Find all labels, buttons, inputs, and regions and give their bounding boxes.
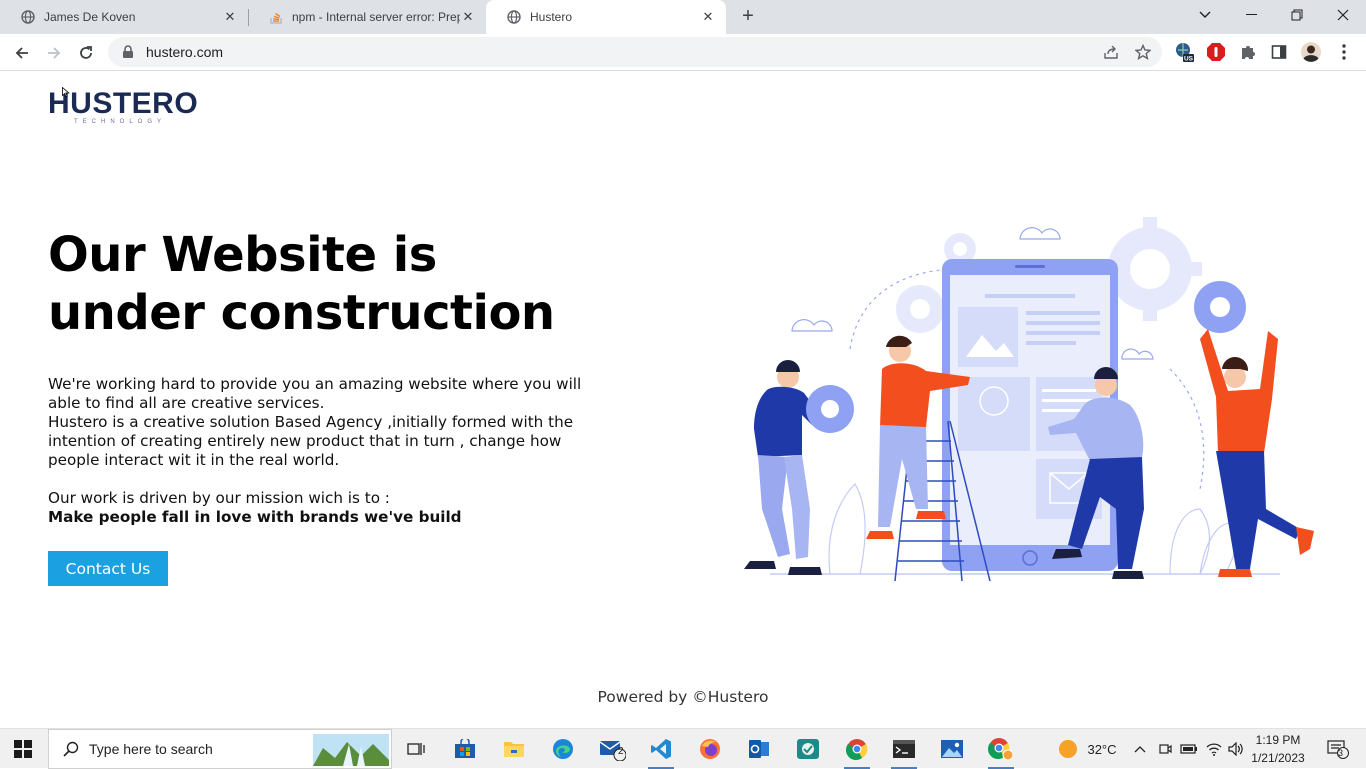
new-tab-icon[interactable]: + bbox=[737, 5, 759, 27]
edge-browser-icon[interactable] bbox=[540, 729, 586, 769]
mail-badge-count: 2 bbox=[618, 746, 624, 757]
windows-start-icon[interactable] bbox=[0, 729, 46, 769]
adblock-extension-icon[interactable] bbox=[1205, 41, 1227, 63]
mail-icon[interactable]: 2 bbox=[589, 729, 635, 769]
contact-us-button[interactable]: Contact Us bbox=[48, 551, 168, 586]
vscode-icon[interactable] bbox=[638, 729, 684, 769]
hustero-logo[interactable]: HUSTERO TECHNOLOGY bbox=[48, 87, 198, 131]
outlook-icon[interactable] bbox=[736, 729, 782, 769]
url-text: hustero.com bbox=[146, 44, 224, 60]
chrome-icon[interactable] bbox=[834, 729, 880, 769]
clock-time: 1:19 PM bbox=[1255, 733, 1301, 747]
search-placeholder: Type here to search bbox=[89, 741, 213, 757]
logo-wordmark: HUSTERO bbox=[48, 87, 199, 120]
heading-line-1: Our Website is bbox=[48, 227, 437, 283]
bookmark-star-icon[interactable] bbox=[1134, 43, 1152, 61]
tab-title: James De Koven bbox=[44, 10, 136, 24]
globe-icon bbox=[20, 9, 36, 25]
close-tab-icon[interactable]: ✕ bbox=[222, 9, 238, 25]
search-icon bbox=[63, 741, 79, 757]
taskbar-search-box[interactable]: Type here to search bbox=[48, 729, 392, 769]
task-view-icon[interactable] bbox=[393, 729, 439, 769]
windows-taskbar: Type here to search 2 32°C 1:19 PM 1/21/… bbox=[0, 728, 1366, 769]
photos-icon[interactable] bbox=[929, 729, 975, 769]
globe-icon bbox=[506, 9, 522, 25]
file-explorer-icon[interactable] bbox=[491, 729, 537, 769]
battery-icon[interactable] bbox=[1178, 729, 1200, 769]
stackoverflow-icon bbox=[268, 9, 284, 25]
mission-intro: Our work is driven by our mission wich i… bbox=[48, 489, 390, 507]
share-icon[interactable] bbox=[1102, 43, 1120, 61]
construction-illustration bbox=[744, 217, 1314, 582]
tab-title: Hustero bbox=[530, 10, 573, 24]
back-arrow-icon[interactable] bbox=[8, 39, 36, 67]
profile-avatar[interactable] bbox=[1300, 41, 1322, 63]
web-page: HUSTERO TECHNOLOGY Our Website is under … bbox=[0, 71, 1366, 728]
puzzle-extensions-icon[interactable] bbox=[1237, 41, 1259, 63]
restore-icon[interactable] bbox=[1274, 0, 1320, 30]
clock-date: 1/21/2023 bbox=[1251, 751, 1305, 765]
browser-toolbar: hustero.com US bbox=[0, 34, 1366, 71]
mouse-cursor-icon bbox=[62, 87, 70, 97]
more-vertical-icon[interactable] bbox=[1333, 41, 1355, 63]
close-tab-icon[interactable]: ✕ bbox=[460, 9, 476, 25]
microsoft-store-icon[interactable] bbox=[442, 729, 488, 769]
vpn-extension-icon[interactable]: US bbox=[1173, 41, 1195, 63]
reload-icon[interactable] bbox=[72, 39, 100, 67]
notifications-icon[interactable]: 3 bbox=[1318, 729, 1358, 769]
svg-text:US: US bbox=[1184, 56, 1194, 63]
volume-icon[interactable] bbox=[1226, 729, 1246, 769]
tab-title: npm - Internal server error: Prepr bbox=[292, 10, 460, 24]
forward-arrow-icon[interactable] bbox=[40, 39, 68, 67]
taskbar-clock[interactable]: 1:19 PM 1/21/2023 bbox=[1244, 731, 1312, 767]
wifi-icon[interactable] bbox=[1203, 729, 1225, 769]
minimize-icon[interactable] bbox=[1228, 0, 1274, 30]
mission-statement: Make people fall in love with brands we'… bbox=[48, 508, 462, 526]
close-window-icon[interactable] bbox=[1320, 0, 1366, 30]
search-highlight-image bbox=[313, 734, 389, 766]
maps-app-icon[interactable] bbox=[785, 729, 831, 769]
show-hidden-icons-chevron-up-icon[interactable] bbox=[1130, 729, 1150, 769]
meet-now-icon[interactable] bbox=[1155, 729, 1175, 769]
tab-hustero[interactable]: Hustero ✕ bbox=[486, 0, 726, 34]
terminal-icon[interactable] bbox=[881, 729, 927, 769]
intro-paragraph: We're working hard to provide you an ama… bbox=[48, 375, 582, 412]
weather-temperature[interactable]: 32°C bbox=[1082, 729, 1122, 769]
weather-sun-icon[interactable] bbox=[1056, 729, 1080, 769]
heading-line-2: under construction bbox=[48, 285, 555, 341]
tab-npm-error[interactable]: npm - Internal server error: Prepr ✕ bbox=[248, 0, 486, 34]
logo-tagline: TECHNOLOGY bbox=[74, 119, 167, 125]
lock-icon bbox=[122, 45, 136, 59]
side-panel-icon[interactable] bbox=[1268, 41, 1290, 63]
browser-tab-strip: James De Koven ✕ npm - Internal server e… bbox=[0, 0, 1366, 34]
about-paragraph: Hustero is a creative solution Based Age… bbox=[48, 413, 574, 469]
footer-powered-by: Powered by ©Hustero bbox=[597, 688, 769, 706]
close-tab-icon[interactable]: ✕ bbox=[700, 9, 716, 25]
address-bar[interactable]: hustero.com bbox=[108, 37, 1162, 67]
chrome-profile-icon[interactable] bbox=[978, 729, 1024, 769]
notification-count: 3 bbox=[1338, 748, 1344, 758]
tab-search-chevron-down-icon[interactable] bbox=[1182, 0, 1228, 30]
tab-james-de-koven[interactable]: James De Koven ✕ bbox=[0, 0, 248, 34]
firefox-icon[interactable] bbox=[687, 729, 733, 769]
page-heading: Our Website is under construction bbox=[48, 226, 608, 342]
